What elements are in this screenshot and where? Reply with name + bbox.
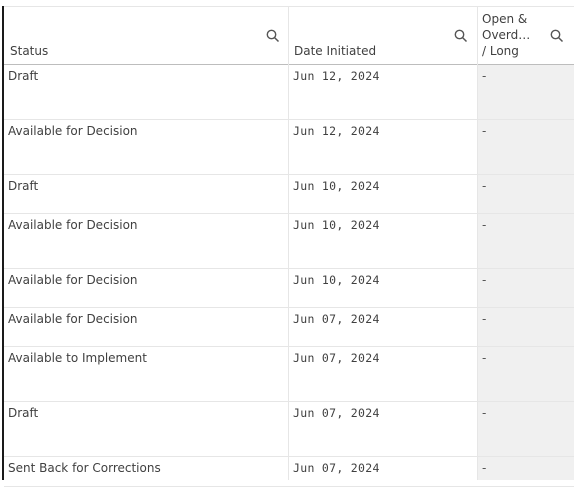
cell-date-initiated: Jun 07, 2024 <box>293 406 380 420</box>
cell-open-overdue: - <box>482 406 487 420</box>
column-header-status-label: Status <box>10 44 49 58</box>
header-top-border <box>4 6 574 7</box>
cell-open-overdue: - <box>482 273 487 287</box>
cell-status: Sent Back for Corrections <box>8 461 161 475</box>
table-row[interactable]: Draft Jun 12, 2024 - <box>4 65 574 120</box>
table-row[interactable]: Available for Decision Jun 07, 2024 - <box>4 308 574 347</box>
cell-status: Draft <box>8 69 39 83</box>
column-header-open-label: Open & Overd… / Long <box>482 12 531 58</box>
cell-date-initiated: Jun 12, 2024 <box>293 69 380 83</box>
search-icon[interactable] <box>550 28 564 43</box>
search-icon[interactable] <box>454 28 468 43</box>
cell-open-overdue: - <box>482 124 487 138</box>
table-row[interactable]: Available for Decision Jun 12, 2024 - <box>4 120 574 175</box>
search-icon[interactable] <box>266 28 280 43</box>
cell-status: Available to Implement <box>8 351 147 365</box>
cell-open-overdue: - <box>482 218 487 232</box>
cell-open-overdue: - <box>482 69 487 83</box>
cell-open-overdue: - <box>482 351 487 365</box>
table-row[interactable]: Sent Back for Corrections Jun 07, 2024 - <box>4 457 574 487</box>
cell-date-initiated: Jun 07, 2024 <box>293 461 380 475</box>
cell-date-initiated: Jun 12, 2024 <box>293 124 380 138</box>
column-header-date-initiated[interactable]: Date Initiated <box>289 6 478 64</box>
cell-date-initiated: Jun 10, 2024 <box>293 179 380 193</box>
cell-status: Available for Decision <box>8 273 138 287</box>
cell-open-overdue: - <box>482 179 487 193</box>
cell-date-initiated: Jun 07, 2024 <box>293 312 380 326</box>
column-header-open-overdue-long[interactable]: Open & Overd… / Long <box>478 6 574 64</box>
cell-status: Available for Decision <box>8 218 138 232</box>
table-row[interactable]: Draft Jun 10, 2024 - <box>4 175 574 214</box>
table-row[interactable]: Available for Decision Jun 10, 2024 - <box>4 214 574 269</box>
cell-status: Available for Decision <box>8 312 138 326</box>
table-row[interactable]: Available to Implement Jun 07, 2024 - <box>4 347 574 402</box>
cell-date-initiated: Jun 10, 2024 <box>293 218 380 232</box>
cell-date-initiated: Jun 07, 2024 <box>293 351 380 365</box>
cell-status: Available for Decision <box>8 124 138 138</box>
column-header-status[interactable]: Status <box>4 6 289 64</box>
cell-status: Draft <box>8 179 39 193</box>
cell-date-initiated: Jun 10, 2024 <box>293 273 380 287</box>
table-row[interactable]: Available for Decision Jun 10, 2024 - <box>4 269 574 308</box>
table-row[interactable]: Draft Jun 07, 2024 - <box>4 402 574 457</box>
cell-status: Draft <box>8 406 39 420</box>
cell-open-overdue: - <box>482 461 487 475</box>
column-header-date-label: Date Initiated <box>294 44 377 58</box>
cell-open-overdue: - <box>482 312 487 326</box>
